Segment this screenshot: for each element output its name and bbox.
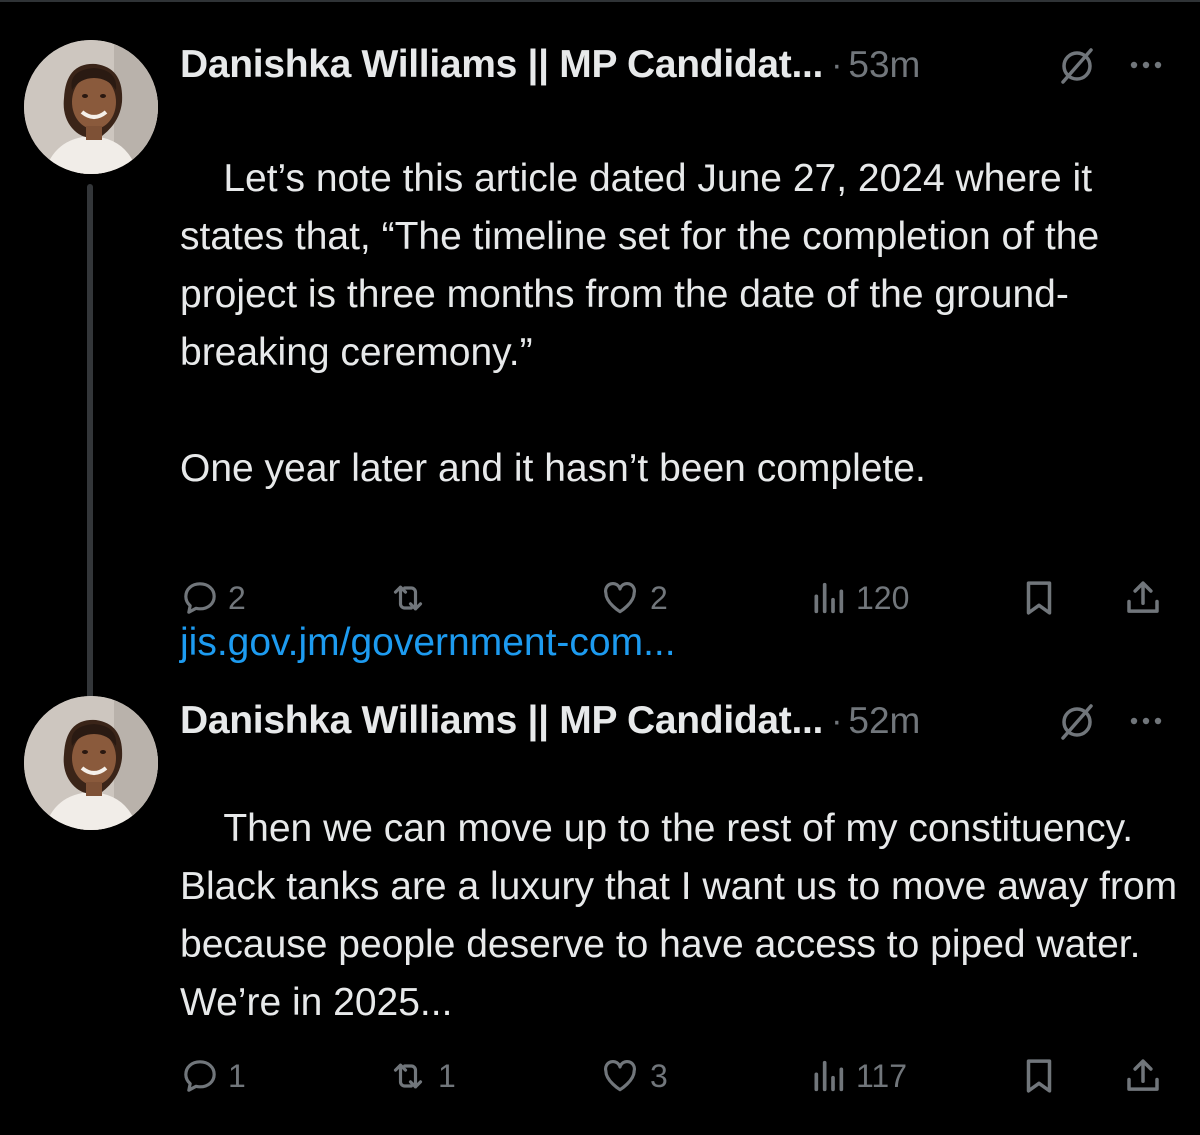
share-icon <box>1127 581 1159 613</box>
views-count: 120 <box>856 579 910 616</box>
reply-count: 1 <box>228 1057 246 1094</box>
reply-count: 2 <box>228 579 246 616</box>
views-icon <box>814 582 844 614</box>
repost-icon <box>393 1063 423 1089</box>
views-button[interactable]: 117 <box>808 1048 907 1104</box>
like-count: 2 <box>650 579 668 616</box>
repost-button[interactable]: 1 <box>386 1048 456 1104</box>
post-body: Let’s note this article dated June 27, 2… <box>180 157 1100 490</box>
avatar[interactable] <box>24 40 158 174</box>
bookmark-button[interactable] <box>1018 570 1060 626</box>
bookmark-button[interactable] <box>1018 1048 1060 1104</box>
share-button[interactable] <box>1122 570 1164 626</box>
share-button[interactable] <box>1122 1048 1164 1104</box>
reply-button[interactable]: 2 <box>180 570 246 626</box>
action-bar: 2 2 120 <box>180 570 1180 626</box>
action-bar: 1 1 3 117 <box>180 1048 1180 1104</box>
timestamp[interactable]: 53m <box>848 44 920 86</box>
post[interactable]: Danishka Williams || MP Candidat... · 52… <box>0 686 1200 1126</box>
grok-icon[interactable] <box>1056 45 1098 87</box>
post-header: Danishka Williams || MP Candidat... · 53… <box>180 40 1180 90</box>
reply-icon <box>184 1060 216 1092</box>
share-icon <box>1127 1059 1159 1091</box>
heart-icon <box>604 582 636 614</box>
separator: · <box>831 701 843 740</box>
views-count: 117 <box>856 1057 908 1094</box>
reply-icon <box>184 582 216 614</box>
like-count: 3 <box>650 1057 668 1094</box>
views-button[interactable]: 120 <box>808 570 909 626</box>
author-name[interactable]: Danishka Williams || MP Candidat... <box>180 699 823 743</box>
like-button[interactable]: 2 <box>598 570 668 626</box>
grok-icon[interactable] <box>1056 701 1098 743</box>
separator: · <box>831 45 843 84</box>
more-icon[interactable] <box>1128 53 1164 77</box>
author-name[interactable]: Danishka Williams || MP Candidat... <box>180 43 823 87</box>
bookmark-icon <box>1026 581 1052 615</box>
reply-button[interactable]: 1 <box>180 1048 246 1104</box>
post-body: Then we can move up to the rest of my co… <box>180 807 1188 1024</box>
thread-connector <box>87 184 93 708</box>
more-icon[interactable] <box>1128 709 1164 733</box>
views-icon <box>814 1060 844 1092</box>
timestamp[interactable]: 52m <box>848 700 920 742</box>
heart-icon <box>604 1060 636 1092</box>
post[interactable]: Danishka Williams || MP Candidat... · 53… <box>0 30 1200 708</box>
repost-count: 1 <box>438 1057 456 1094</box>
avatar[interactable] <box>24 696 158 830</box>
like-button[interactable]: 3 <box>598 1048 668 1104</box>
repost-button[interactable] <box>386 570 438 626</box>
bookmark-icon <box>1026 1059 1052 1093</box>
repost-icon <box>393 585 423 611</box>
post-text: Let’s note this article dated June 27, 2… <box>180 92 1180 788</box>
top-divider <box>0 0 1200 2</box>
post-text: Then we can move up to the rest of my co… <box>180 742 1180 1090</box>
post-header: Danishka Williams || MP Candidat... · 52… <box>180 696 1180 746</box>
